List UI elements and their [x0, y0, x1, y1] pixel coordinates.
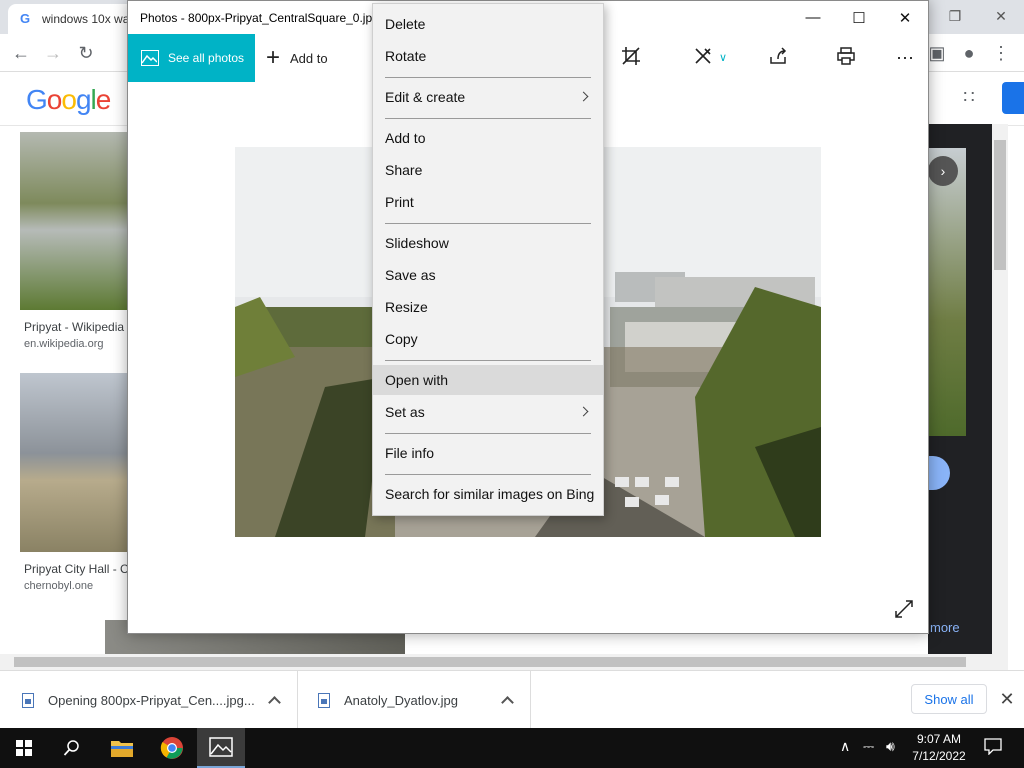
chevron-up-icon[interactable]: ∧ — [840, 738, 850, 755]
menu-separator — [385, 360, 591, 361]
file-explorer-button[interactable] — [98, 728, 146, 768]
horizontal-scrollbar[interactable] — [0, 654, 1008, 670]
menu-item-save-as[interactable]: Save as — [373, 260, 603, 290]
file-icon — [22, 692, 34, 708]
sign-in-button[interactable] — [1002, 82, 1024, 114]
see-all-photos-button[interactable]: See all photos — [128, 34, 255, 82]
restore-icon[interactable]: ❐ — [932, 0, 978, 32]
close-icon[interactable]: ✕ — [997, 689, 1017, 709]
menu-item-file-info[interactable]: File info — [373, 438, 603, 468]
menu-separator — [385, 77, 591, 78]
chevron-down-icon[interactable]: ∨ — [716, 46, 730, 70]
add-to-label: Add to — [290, 50, 328, 66]
preview-image — [928, 148, 966, 436]
menu-item-search-bing[interactable]: Search for similar images on Bing — [373, 479, 603, 509]
menu-item-edit-create[interactable]: Edit & create — [373, 82, 603, 112]
context-menu: Delete Rotate Edit & create Add to Share… — [372, 3, 604, 516]
menu-separator — [385, 223, 591, 224]
chrome-button[interactable] — [148, 728, 196, 768]
search-button[interactable] — [48, 728, 96, 768]
menu-item-set-as[interactable]: Set as — [373, 397, 603, 427]
show-all-button[interactable]: Show all — [911, 684, 987, 714]
menu-item-open-with[interactable]: Open with — [373, 365, 603, 395]
scrollbar-thumb[interactable] — [994, 140, 1006, 270]
share-icon[interactable] — [767, 46, 789, 70]
menu-item-slideshow[interactable]: Slideshow — [373, 228, 603, 258]
plus-icon: + — [266, 44, 281, 71]
folder-icon — [111, 741, 133, 757]
expand-icon[interactable] — [894, 599, 916, 621]
result-thumbnail[interactable] — [20, 373, 130, 552]
photos-icon — [209, 737, 233, 757]
next-arrow-icon[interactable]: › — [928, 156, 958, 186]
download-label: Anatoly_Dyatlov.jpg — [344, 692, 458, 708]
see-all-photos-label: See all photos — [168, 51, 245, 65]
menu-item-delete[interactable]: Delete — [373, 9, 603, 39]
result-source: en.wikipedia.org — [24, 338, 104, 350]
photos-taskbar-button[interactable] — [197, 728, 245, 768]
more-options-icon[interactable]: ⋯ — [894, 46, 916, 70]
clock-time: 9:07 AM — [916, 732, 962, 746]
more-link[interactable]: more — [930, 620, 960, 635]
chevron-right-icon — [578, 406, 589, 417]
back-icon[interactable]: ← — [10, 42, 32, 64]
sidepanel-icon[interactable]: ▣ — [926, 42, 948, 64]
maximize-icon[interactable]: ☐ — [836, 1, 882, 34]
start-button[interactable] — [0, 728, 48, 768]
taskbar: ∧ ⎓ 🔊︎ 9:07 AM 7/12/2022 — [0, 728, 1024, 768]
menu-item-add-to[interactable]: Add to — [373, 123, 603, 153]
close-icon[interactable]: ✕ — [882, 1, 928, 34]
vertical-scrollbar[interactable] — [992, 124, 1008, 654]
google-favicon-icon: G — [20, 11, 31, 26]
menu-item-print[interactable]: Print — [373, 187, 603, 217]
add-to-button[interactable]: + Add to — [266, 46, 328, 70]
menu-item-copy[interactable]: Copy — [373, 324, 603, 354]
network-icon[interactable]: ⎓ — [863, 738, 874, 755]
volume-icon[interactable]: 🔊︎ — [886, 738, 895, 755]
chevron-up-icon[interactable] — [268, 696, 281, 709]
result-thumbnail[interactable] — [20, 132, 130, 310]
file-icon — [318, 692, 330, 708]
chrome-window-controls: ❐ ✕ — [932, 0, 1024, 32]
profile-icon[interactable]: ● — [958, 42, 980, 64]
window-title: Photos - 800px-Pripyat_CentralSquare_0.j… — [140, 11, 379, 25]
close-icon[interactable]: ✕ — [978, 0, 1024, 32]
edit-icon[interactable] — [692, 46, 714, 70]
menu-separator — [385, 433, 591, 434]
system-clock[interactable]: 9:07 AM 7/12/2022 — [906, 731, 972, 765]
menu-item-share[interactable]: Share — [373, 155, 603, 185]
windows-logo-icon — [16, 740, 32, 756]
crop-icon[interactable] — [620, 46, 642, 70]
downloads-bar: Opening 800px-Pripyat_Cen....jpg... Anat… — [0, 670, 1024, 729]
notifications-icon[interactable] — [984, 737, 1002, 758]
result-title[interactable]: Pripyat City Hall - C — [24, 562, 128, 576]
menu-separator — [385, 474, 591, 475]
minimize-icon[interactable]: — — [790, 1, 836, 34]
browser-tab-title: windows 10x wa — [42, 12, 130, 26]
menu-item-resize[interactable]: Resize — [373, 292, 603, 322]
menu-separator — [385, 118, 591, 119]
forward-icon[interactable]: → — [42, 42, 64, 64]
result-title[interactable]: Pripyat - Wikipedia — [24, 320, 128, 334]
menu-kebab-icon[interactable]: ⋮ — [990, 42, 1012, 64]
chrome-icon — [160, 737, 183, 759]
image-preview-panel: › more — [912, 124, 992, 654]
chevron-up-icon[interactable] — [501, 696, 514, 709]
result-source: chernobyl.one — [24, 580, 94, 592]
menu-item-rotate[interactable]: Rotate — [373, 41, 603, 71]
print-icon[interactable] — [835, 46, 857, 70]
photos-icon — [141, 50, 159, 66]
apps-grid-icon[interactable]: ∷ — [958, 86, 980, 108]
reload-icon[interactable]: ↻ — [75, 42, 97, 64]
download-item[interactable]: Anatoly_Dyatlov.jpg — [298, 671, 531, 729]
google-logo[interactable]: Google — [26, 84, 111, 116]
chevron-right-icon — [578, 91, 589, 102]
clock-date: 7/12/2022 — [912, 749, 966, 763]
download-label: Opening 800px-Pripyat_Cen....jpg... — [48, 692, 255, 708]
download-item[interactable]: Opening 800px-Pripyat_Cen....jpg... — [0, 671, 298, 729]
scrollbar-thumb[interactable] — [14, 657, 966, 667]
search-icon — [63, 740, 79, 756]
